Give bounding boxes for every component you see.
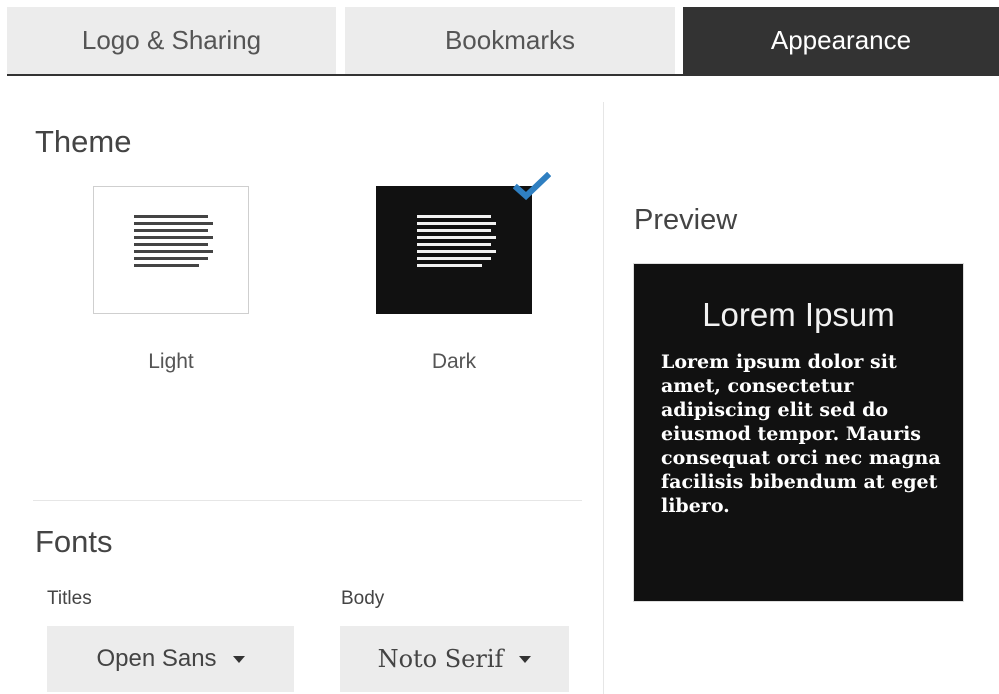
chevron-down-icon (232, 655, 245, 663)
titles-font-label: Titles (47, 588, 92, 609)
preview-heading: Lorem Ipsum (702, 296, 895, 333)
dark-theme-label: Dark (431, 350, 477, 373)
titles-font-value: Open Sans (96, 645, 217, 672)
dark-theme-lines-icon (417, 215, 496, 271)
tab-bookmarks[interactable]: Bookmarks (345, 7, 675, 74)
light-theme-option[interactable] (93, 186, 249, 314)
preview-body-text: Lorem ipsum dolor sit amet, consectetur … (661, 351, 941, 517)
body-font-label: Body (341, 588, 385, 609)
dark-theme-option[interactable] (376, 186, 532, 314)
body-font-value: Noto Serif (377, 645, 504, 673)
titles-font-select[interactable]: Open Sans (47, 626, 294, 692)
theme-title: Theme (35, 124, 132, 159)
tab-appearance[interactable]: Appearance (683, 7, 999, 74)
section-divider (33, 500, 582, 501)
tab-logo-sharing[interactable]: Logo & Sharing (7, 7, 336, 74)
fonts-title: Fonts (35, 524, 113, 559)
light-theme-lines-icon (134, 215, 213, 271)
vertical-divider (603, 102, 604, 694)
light-theme-label: Light (148, 350, 194, 373)
preview-panel: Lorem Ipsum Lorem ipsum dolor sit amet, … (633, 263, 964, 602)
preview-title: Preview (634, 204, 738, 236)
tab-bar: Logo & Sharing Bookmarks Appearance (7, 7, 999, 76)
body-font-select[interactable]: Noto Serif (340, 626, 569, 692)
checkmark-icon (513, 172, 551, 201)
chevron-down-icon (519, 655, 532, 663)
